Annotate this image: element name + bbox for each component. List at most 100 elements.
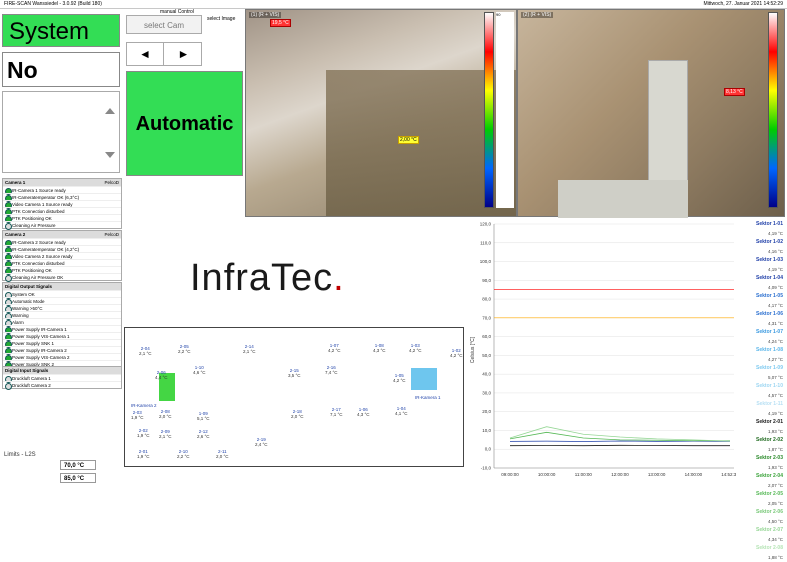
datetime: Mittwoch, 27. Januar 2021 14:52:29 [704,0,784,9]
signal-row: Automatic Mode [3,297,121,304]
sektor-label[interactable]: Sektor 2-03 [738,454,785,463]
sektor-label[interactable]: Sektor 2-06 [738,508,785,517]
limits-label: Limits - L2S [4,452,36,458]
select-image-label: select Image [207,16,235,22]
sensor: 2-082,0 °C [159,409,172,419]
alarm-limit-field[interactable]: 85,0 °C [60,473,96,483]
events-status: No Events [2,52,120,87]
x-tick-label: 12:00:00 [611,472,629,477]
status-row: IR-Camera 1 Source ready [3,186,121,193]
panel-title: Digital Output Signals [3,283,121,290]
sensor: 2-142,1 °C [243,344,256,354]
temp-marker: 19,5 °C [270,19,291,27]
sensor: 2-167,4 °C [325,365,338,375]
panel-title: Digital Input Signals [3,367,121,374]
y-tick-label: 20,0 [482,409,491,414]
sensor: 1-074,2 °C [328,343,341,353]
sensor: 2-042,1 °C [139,346,152,356]
series-line [510,432,730,440]
sektor-label[interactable]: Sektor 2-04 [738,472,785,481]
sektor-label[interactable]: Sektor 1-11 [738,400,785,409]
sektor-value: 4,17 °C [738,301,785,310]
scroll-down-icon[interactable] [105,152,115,158]
camera-1-view[interactable]: (1) (R + VIS) 19,5 °C 2,00 °C 90 [245,9,517,217]
floor-plan[interactable]: IR-Kamera 2 IR-Kamera 1 2-042,1 °C 2-052… [124,327,464,467]
panel-title: Camera 1PelcoD [3,179,121,186]
event-list[interactable] [2,91,120,173]
sektor-label[interactable]: Sektor 1-09 [738,364,785,373]
image-nav: ◄ ► [126,42,202,66]
temperature-chart[interactable]: 120,0110,0100,090,080,070,060,050,040,03… [466,220,736,492]
sektor-value: 4,27 °C [738,355,785,364]
palette-bar [484,12,494,208]
sensor: 1-024,2 °C [450,348,463,358]
y-tick-label: 120,0 [480,222,492,227]
sensor: 1-084,3 °C [373,343,386,353]
signal-row: Power Supply VIS-Camera 2 [3,353,121,360]
camera-1-zone [411,368,437,390]
temp-marker: 8,13 °C [724,88,745,96]
camera-1-label: (1) (R + VIS) [249,12,281,18]
status-row: Video Camera 1 Source ready [3,200,121,207]
status-row: Video Camera 2 Source ready [3,252,121,259]
digital-input-panel: Digital Input Signals Druckluft Camera 1… [2,366,122,389]
status-row: PTK Connection disturbed [3,259,121,266]
sektor-label[interactable]: Sektor 1-06 [738,310,785,319]
status-row: IR-Camera 2 Source ready [3,238,121,245]
sektor-label[interactable]: Sektor 1-08 [738,346,785,355]
sektor-value: 4,19 °C [738,229,785,238]
sektor-label[interactable]: Sektor 1-10 [738,382,785,391]
sektor-label[interactable]: Sektor 2-05 [738,490,785,499]
signal-row: Alarm [3,318,121,325]
sensor: 2-177,1 °C [330,407,343,417]
sektor-label[interactable]: Sektor 2-08 [738,544,785,553]
y-tick-label: 80,0 [482,297,491,302]
sektor-label[interactable]: Sektor 1-05 [738,292,785,301]
sensor: 2-122,6 °C [197,429,210,439]
sektor-label[interactable]: Sektor 1-07 [738,328,785,337]
sektor-value: 4,50 °C [738,517,785,526]
signal-row: Power Supply IR-Camera 2 [3,346,121,353]
signal-row: Druckluft Camera 1 [3,374,121,381]
status-row: PTK Positioning OK [3,266,121,273]
sektor-value: 2,05 °C [738,499,785,508]
signal-row: Power Supply SNK 1 [3,339,121,346]
sektor-value: 1,93 °C [738,427,785,436]
y-tick-label: 60,0 [482,334,491,339]
next-button[interactable]: ► [165,43,202,65]
y-tick-label: -10,0 [481,466,492,471]
status-row: PTK Positioning OK [3,214,121,221]
sektor-label[interactable]: Sektor 2-02 [738,436,785,445]
sektor-label[interactable]: Sektor 1-04 [738,274,785,283]
sektor-label[interactable]: Sektor 1-02 [738,238,785,247]
warning-limit-field[interactable]: 70,0 °C [60,460,96,470]
temp-marker: 2,00 °C [398,136,419,144]
camera-label: IR-Kamera 2 [131,403,157,408]
sensor: 2-102,2 °C [177,449,190,459]
status-row: IR-Cameratemperatur OK (6,3°C) [3,193,121,200]
sektor-label[interactable]: Sektor 1-03 [738,256,785,265]
sektor-label[interactable]: Sektor 2-01 [738,418,785,427]
sektor-value: 4,19 °C [738,409,785,418]
signal-row: Power Supply VIS-Camera 1 [3,332,121,339]
camera-2-view[interactable]: (2) (R + VIS) 8,13 °C [517,9,785,217]
y-tick-label: 40,0 [482,372,491,377]
camera-2-panel: Camera 2PelcoD IR-Camera 2 Source ready … [2,230,122,281]
sensor: 2-182,0 °C [291,409,304,419]
y-tick-label: 10,0 [482,428,491,433]
sensor: 1-095,1 °C [197,411,210,421]
automatic-mode-button[interactable]: Automatic [126,71,243,176]
sektor-value: 4,16 °C [738,247,785,256]
scroll-up-icon[interactable] [105,108,115,114]
infratec-logo: InfraTec. [190,257,345,300]
select-cam-button[interactable]: select Cam [126,15,202,34]
sektor-label[interactable]: Sektor 2-07 [738,526,785,535]
sektor-value: 4,19 °C [738,265,785,274]
sektor-label[interactable]: Sektor 1-01 [738,220,785,229]
sensor: 2-052,2 °C [178,344,191,354]
sensor: 2-092,1 °C [159,429,172,439]
sektor-value: 2,07 °C [738,481,785,490]
prev-button[interactable]: ◄ [127,43,164,65]
signal-row: Druckluft Camera 2 [3,381,121,388]
sektor-value: 4,31 °C [738,319,785,328]
